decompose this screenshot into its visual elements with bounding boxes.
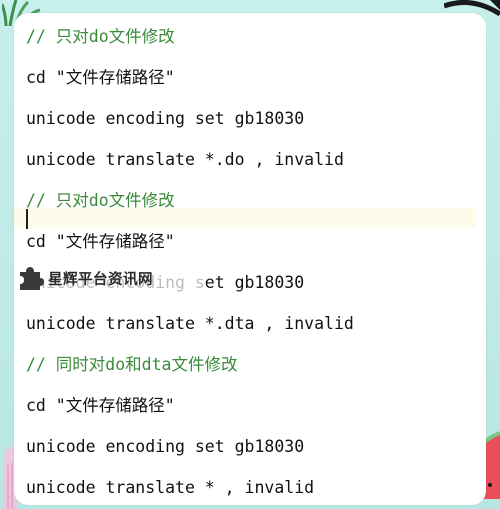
code-line: cd "文件存储路径" xyxy=(26,396,175,415)
code-line: unicode translate * , invalid xyxy=(26,478,315,497)
current-line-highlight xyxy=(14,208,476,228)
puzzle-piece-icon xyxy=(20,267,44,290)
watermark: 星辉平台资讯网 xyxy=(14,262,204,294)
code-line-comment: // 只对do文件修改 xyxy=(26,27,175,46)
code-line: unicode encoding set gb18030 xyxy=(26,109,305,128)
screenshot-frame: // 只对do文件修改 cd "文件存储路径" unicode encoding… xyxy=(0,0,500,509)
code-line-comment: // 同时对do和dta文件修改 xyxy=(26,355,238,374)
code-line: unicode translate *.do , invalid xyxy=(26,150,344,169)
code-editor[interactable]: // 只对do文件修改 cd "文件存储路径" unicode encoding… xyxy=(14,13,486,505)
code-line: cd "文件存储路径" xyxy=(26,232,175,251)
code-card: // 只对do文件修改 cd "文件存储路径" unicode encoding… xyxy=(14,13,486,505)
text-caret xyxy=(26,209,28,229)
code-line: unicode translate *.dta , invalid xyxy=(26,314,354,333)
watermark-text: 星辉平台资讯网 xyxy=(48,271,153,288)
code-line: cd "文件存储路径" xyxy=(26,68,175,87)
code-line: unicode encoding set gb18030 xyxy=(26,437,305,456)
